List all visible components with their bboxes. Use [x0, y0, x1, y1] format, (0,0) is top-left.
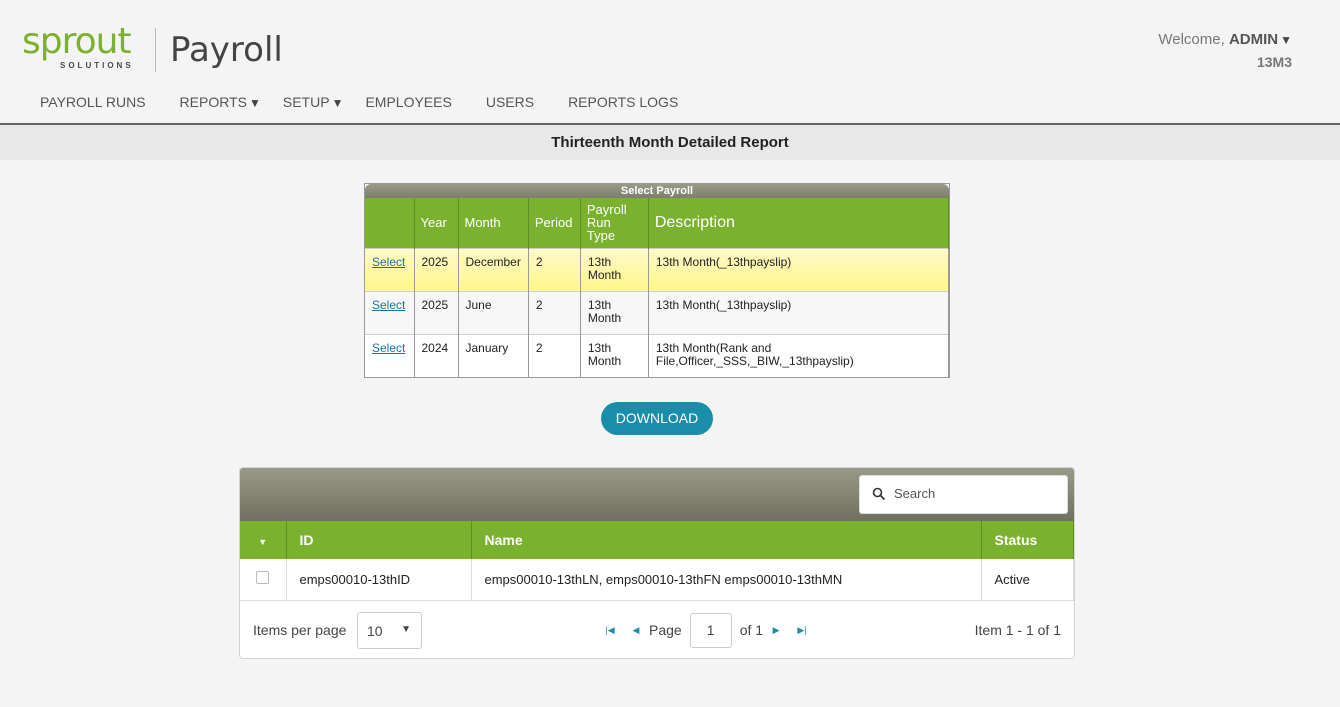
next-page-icon[interactable]: ▶	[763, 625, 789, 636]
payroll-row[interactable]: Select 2025 December 2 13th Month 13th M…	[365, 247, 950, 291]
pager-info: Item 1 - 1 of 1	[974, 621, 1061, 638]
logo-divider	[155, 28, 156, 72]
page-navigation: |◀ ◀ Page 1 of 1 ▶ ▶|	[597, 612, 815, 649]
first-page-icon[interactable]: |◀	[597, 625, 623, 636]
dropdown-arrow-icon: ▼	[331, 96, 344, 110]
cell-description: 13th Month(_13thpayslip)	[648, 247, 950, 291]
pager: Items per page 10 ▼ |◀ ◀ Page 1 of 1 ▶ ▶…	[240, 601, 1074, 659]
dropdown-arrow-icon: ▼	[248, 96, 261, 110]
sprout-logo[interactable]: sprout SOLUTIONS Payroll	[22, 21, 283, 72]
grid-toolbar	[240, 468, 1074, 521]
cell-status: Active	[981, 559, 1074, 601]
col-run-type: Payroll Run Type	[580, 198, 649, 248]
page-label: Page	[649, 622, 682, 638]
logo-wordmark: sprout	[22, 21, 132, 62]
cell-id: emps00010-13thID	[286, 559, 472, 601]
cell-run-type: 13th Month	[580, 333, 649, 377]
user-name: ADMIN	[1228, 31, 1279, 48]
nav-employees[interactable]: EMPLOYEES	[360, 94, 468, 110]
payroll-select-grid: Select Payroll Year Month Period Payroll…	[364, 183, 950, 378]
cell-description: 13th Month(Rank and File,Officer,_SSS,_B…	[648, 333, 950, 377]
cell-month: June	[458, 290, 529, 334]
cell-month: January	[458, 333, 529, 377]
cell-period: 2	[528, 247, 581, 291]
last-page-icon[interactable]: ▶|	[789, 625, 815, 636]
select-link[interactable]: Select	[372, 255, 405, 269]
nav-payroll-runs[interactable]: PAYROLL RUNS	[23, 94, 163, 110]
cell-year: 2024	[414, 333, 459, 377]
col-selector[interactable]: ▼	[240, 521, 287, 559]
cell-year: 2025	[414, 290, 459, 334]
nav-reports-logs[interactable]: REPORTS LOGS	[551, 94, 695, 110]
nav-setup[interactable]: SETUP ▼	[278, 94, 361, 110]
caret-down-icon[interactable]: ▼	[1280, 33, 1292, 47]
cell-run-type: 13th Month	[580, 247, 649, 291]
nav-reports[interactable]: REPORTS ▼	[163, 94, 278, 110]
header: sprout SOLUTIONS Payroll Welcome, ADMIN ▼…	[0, 0, 1340, 125]
payroll-row[interactable]: Select 2024 January 2 13th Month 13th Mo…	[365, 333, 950, 377]
col-year: Year	[414, 198, 459, 248]
main-nav: PAYROLL RUNS REPORTS ▼ SETUP ▼ EMPLOYEES U…	[23, 94, 695, 110]
search-box[interactable]	[859, 475, 1068, 514]
items-per-page-label: Items per page	[253, 621, 347, 638]
cell-period: 2	[528, 333, 581, 377]
page-input[interactable]: 1	[689, 612, 732, 648]
cell-name: emps00010-13thLN, emps00010-13thFN emps0…	[471, 559, 982, 601]
chevron-down-icon: ▼	[401, 623, 411, 635]
items-per-page-value: 10	[367, 622, 383, 639]
payroll-grid-caption: Select Payroll	[365, 184, 949, 198]
cell-month: December	[458, 247, 529, 291]
prev-page-icon[interactable]: ◀	[623, 625, 649, 636]
logo-subtitle: SOLUTIONS	[60, 61, 134, 70]
page-of-label: of 1	[739, 622, 764, 638]
items-per-page-select[interactable]: 10 ▼	[357, 611, 422, 649]
select-link[interactable]: Select	[372, 341, 405, 355]
product-name: Payroll	[170, 30, 283, 70]
cell-run-type: 13th Month	[580, 290, 649, 334]
page-title: Thirteenth Month Detailed Report	[0, 125, 1340, 160]
col-month: Month	[458, 198, 529, 248]
company-code: 13M3	[1256, 54, 1292, 70]
employee-grid: ▼ ID Name Status emps00010-13thID emps00…	[239, 467, 1075, 659]
col-status[interactable]: Status	[981, 521, 1074, 559]
user-menu[interactable]: Welcome, ADMIN ▼	[1158, 31, 1292, 48]
table-row[interactable]: emps00010-13thID emps00010-13thLN, emps0…	[240, 559, 1074, 601]
col-select	[365, 198, 415, 248]
payroll-row[interactable]: Select 2025 June 2 13th Month 13th Month…	[365, 290, 950, 334]
nav-users[interactable]: USERS	[469, 94, 551, 110]
cell-description: 13th Month(_13thpayslip)	[648, 290, 950, 334]
col-period: Period	[528, 198, 581, 248]
col-name[interactable]: Name	[471, 521, 982, 559]
cell-year: 2025	[414, 247, 459, 291]
cell-period: 2	[528, 290, 581, 334]
caret-down-icon[interactable]: ▼	[258, 537, 267, 547]
select-link[interactable]: Select	[372, 298, 405, 312]
search-input[interactable]	[894, 486, 1054, 501]
col-description: Description	[648, 198, 950, 248]
col-id[interactable]: ID	[286, 521, 472, 559]
welcome-text: Welcome,	[1158, 31, 1225, 48]
search-icon	[872, 487, 886, 501]
download-button[interactable]: DOWNLOAD	[601, 402, 713, 435]
row-checkbox[interactable]	[256, 571, 270, 585]
